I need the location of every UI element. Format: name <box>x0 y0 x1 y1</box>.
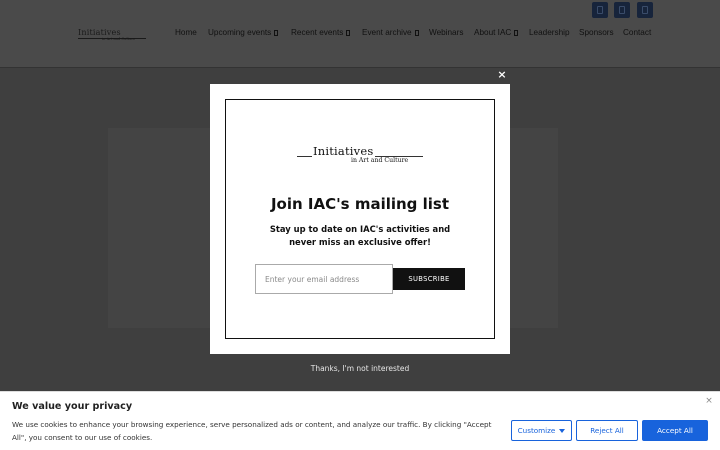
dropdown-icon <box>346 30 351 36</box>
popup-logo: Initiatives in Art and Culture <box>297 143 423 165</box>
popup-description: Stay up to date on IAC's activities and … <box>269 224 451 247</box>
nav-item-recent-events[interactable]: Recent events <box>291 28 351 37</box>
popup-logo-main-text: Initiatives <box>312 144 375 158</box>
customize-label: Customize <box>517 426 556 435</box>
dropdown-icon <box>274 30 279 36</box>
email-input[interactable] <box>255 264 393 294</box>
nav-label: Leadership <box>529 28 570 37</box>
popup-logo-sub-text: in Art and Culture <box>350 157 410 164</box>
nav-label: Home <box>175 28 197 37</box>
cookie-title: We value your privacy <box>12 401 133 412</box>
nav-label: Recent events <box>291 28 344 37</box>
cookie-text: We use cookies to enhance your browsing … <box>12 420 492 442</box>
customize-button[interactable]: Customize <box>511 420 572 441</box>
nav-item-sponsors[interactable]: Sponsors <box>579 28 614 37</box>
close-icon[interactable]: × <box>704 396 714 406</box>
accept-all-button[interactable]: Accept All <box>642 420 708 441</box>
nav-label: Sponsors <box>579 28 614 37</box>
nav-item-webinars[interactable]: Webinars <box>429 28 463 37</box>
nav-item-event-archive[interactable]: Event archive <box>362 28 419 37</box>
reject-all-button[interactable]: Reject All <box>576 420 638 441</box>
nav-label: Webinars <box>429 28 464 37</box>
social-icon-3[interactable] <box>637 2 653 18</box>
nav-label: Event archive <box>362 28 412 37</box>
not-interested-link[interactable]: Thanks, I'm not interested <box>210 364 510 373</box>
social-icon-2[interactable] <box>614 2 630 18</box>
close-icon[interactable]: × <box>496 69 508 81</box>
nav-item-leadership[interactable]: Leadership <box>529 28 570 37</box>
nav-label: Contact <box>623 28 652 37</box>
nav-label: About IAC <box>474 28 512 37</box>
newsletter-modal: Initiatives in Art and Culture Join IAC'… <box>210 84 510 354</box>
dropdown-icon <box>414 30 419 36</box>
social-glyph-icon <box>597 6 603 14</box>
social-icon-1[interactable] <box>592 2 608 18</box>
nav-item-about-iac[interactable]: About IAC <box>474 28 519 37</box>
nav-label: Upcoming events <box>208 28 272 37</box>
dropdown-icon <box>514 30 519 36</box>
social-glyph-icon <box>619 6 625 14</box>
chevron-down-icon <box>559 428 566 433</box>
site-header: Initiatives in Art and Culture Home Upco… <box>0 0 720 68</box>
modal-frame <box>225 99 495 339</box>
nav-item-home[interactable]: Home <box>175 28 197 37</box>
subscribe-button[interactable]: SUBSCRIBE <box>393 268 465 290</box>
social-glyph-icon <box>642 6 648 14</box>
cookie-banner: We value your privacy We use cookies to … <box>0 391 720 450</box>
popup-title: Join IAC's mailing list <box>270 195 450 213</box>
nav-item-upcoming-events[interactable]: Upcoming events <box>208 28 279 37</box>
nav-item-contact[interactable]: Contact <box>623 28 651 37</box>
main-nav: Home Upcoming events Recent events Event… <box>0 28 720 42</box>
